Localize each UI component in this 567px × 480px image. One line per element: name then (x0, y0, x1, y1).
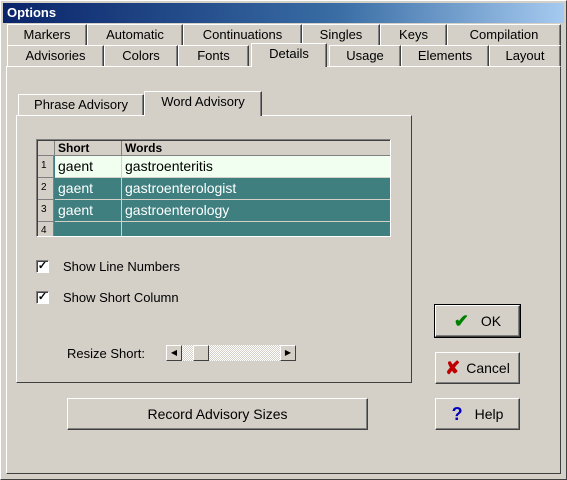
arrow-right-icon: ▶ (284, 348, 292, 357)
show-line-numbers-checkbox[interactable]: ✓ (36, 260, 49, 273)
column-header-words[interactable]: Words (122, 141, 390, 156)
show-line-numbers-label[interactable]: Show Line Numbers (63, 259, 180, 274)
subtab-phrase-advisory[interactable]: Phrase Advisory (18, 94, 144, 115)
column-header-short[interactable]: Short (55, 141, 122, 156)
scroll-right-button[interactable]: ▶ (280, 345, 296, 361)
row-number: 3 (38, 200, 54, 222)
grid-cell-short[interactable]: gaent (55, 200, 122, 222)
question-icon: ? (451, 403, 463, 424)
tab-advisories[interactable]: Advisories (7, 45, 104, 66)
arrow-left-icon: ◀ (170, 348, 178, 357)
tab-details[interactable]: Details (251, 43, 327, 67)
ok-button[interactable]: ✔ OK (434, 304, 521, 338)
row-number: 4 (38, 222, 54, 236)
tab-markers[interactable]: Markers (7, 24, 87, 45)
resize-short-scrollbar[interactable]: ◀ ▶ (166, 345, 296, 361)
cancel-label: Cancel (466, 360, 510, 376)
help-button[interactable]: ? Help (435, 398, 520, 430)
tab-compilation[interactable]: Compilation (447, 24, 561, 45)
ok-label: OK (480, 313, 502, 329)
scroll-thumb[interactable] (193, 345, 209, 361)
tab-elements[interactable]: Elements (401, 45, 489, 66)
x-icon: ✘ (445, 357, 461, 378)
window-title: Options (3, 3, 564, 23)
tab-automatic[interactable]: Automatic (87, 24, 183, 45)
grid-cell-words[interactable]: gastroenterologist (122, 178, 390, 200)
show-short-column-checkbox[interactable]: ✓ (36, 291, 49, 304)
cancel-button[interactable]: ✘ Cancel (435, 352, 520, 384)
grid-cell-short[interactable] (55, 222, 122, 236)
show-short-column-label[interactable]: Show Short Column (63, 290, 179, 305)
help-label: Help (474, 406, 504, 422)
tab-fonts[interactable]: Fonts (178, 45, 249, 66)
grid-cell-words[interactable]: gastroenteritis (122, 156, 390, 178)
scroll-left-button[interactable]: ◀ (166, 345, 182, 361)
grid-cell-short[interactable]: gaent (55, 178, 122, 200)
tab-continuations[interactable]: Continuations (183, 24, 302, 45)
tab-layout[interactable]: Layout (489, 45, 561, 66)
tab-singles[interactable]: Singles (302, 24, 380, 45)
grid-corner (38, 141, 55, 156)
grid-cell-short[interactable]: gaent (55, 156, 122, 178)
subtab-word-advisory[interactable]: Word Advisory (144, 91, 262, 116)
checkmark-icon: ✔ (453, 310, 469, 331)
grid-cell-words[interactable]: gastroenterology (122, 200, 390, 222)
row-number: 2 (38, 178, 54, 200)
tab-keys[interactable]: Keys (380, 24, 447, 45)
row-number: 1 (38, 156, 54, 178)
grid-cell-words[interactable] (122, 222, 390, 236)
resize-short-label: Resize Short: (67, 346, 146, 361)
tab-usage[interactable]: Usage (329, 45, 401, 66)
advisory-grid[interactable]: Short Words 1 gaent gastroenteritis 2 ga… (36, 139, 391, 237)
record-advisory-sizes-button[interactable]: Record Advisory Sizes (67, 398, 368, 430)
tab-colors[interactable]: Colors (104, 45, 178, 66)
